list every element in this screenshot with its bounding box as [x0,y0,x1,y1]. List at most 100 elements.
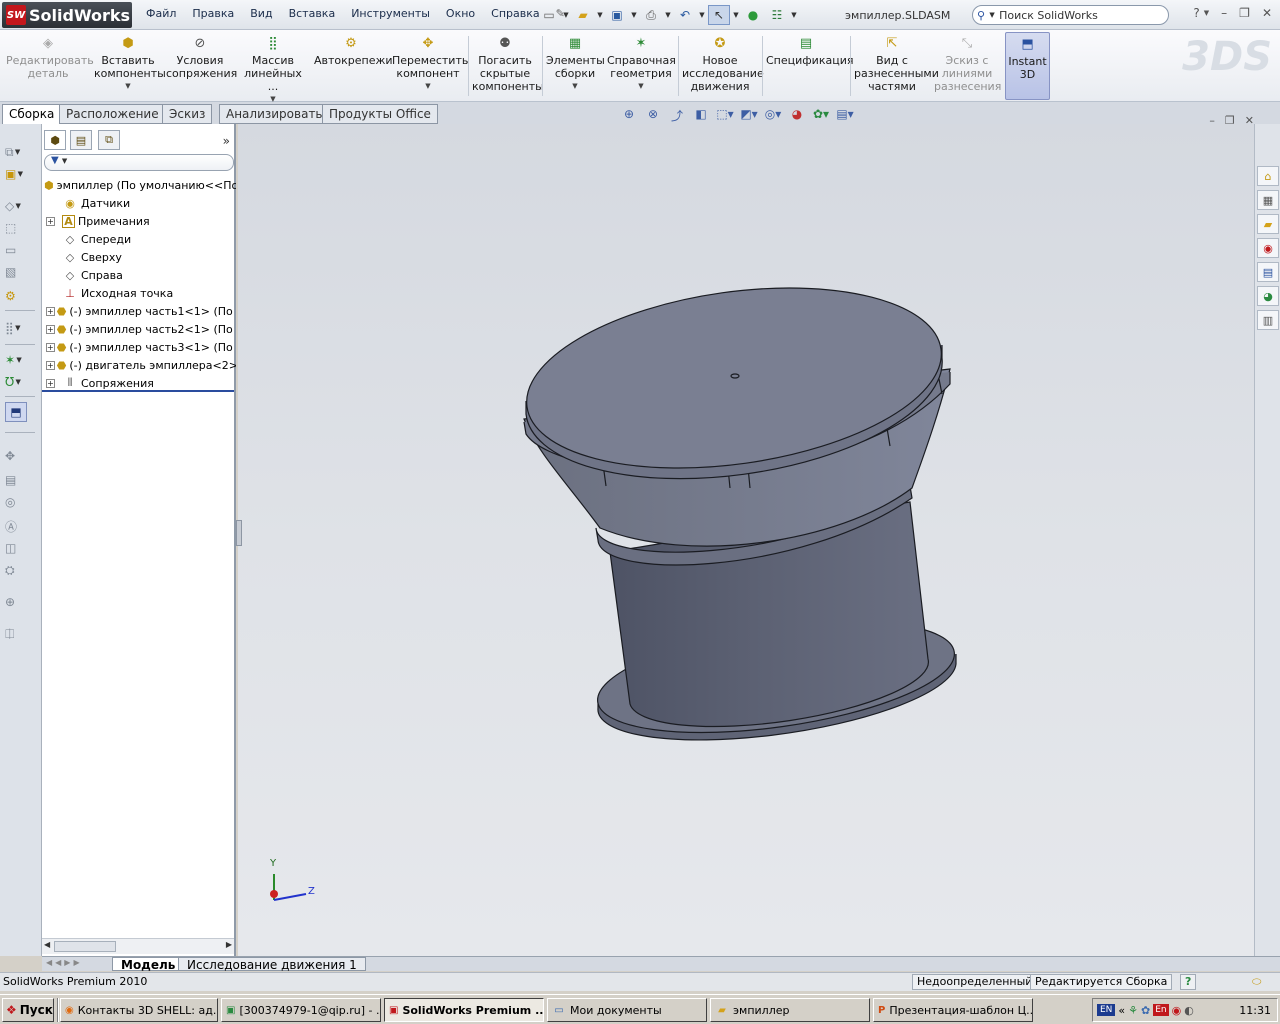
insert-component-icon[interactable]: ▣ ▼ [5,164,35,184]
view-orientation-icon[interactable]: ⬚▾ [714,107,736,124]
assembly-model-3d[interactable] [238,124,1254,956]
new-assembly-icon[interactable]: ⬚ [5,218,35,238]
tree-root-assembly[interactable]: ⬢ эмпиллер (По умолчанию<<По умолчанию>) [42,176,236,194]
annotation-note-icon[interactable]: Ⓐ [5,516,35,536]
scroll-thumb[interactable] [54,941,116,952]
tree-horizontal-scrollbar[interactable]: ◀ ▶ [42,938,234,954]
expand-toggle-icon[interactable]: + [46,342,55,352]
tree-item-top-plane[interactable]: ◇ Сверху [42,248,236,266]
options-dropdown-icon[interactable]: ▼ [790,11,798,19]
new-document-icon[interactable]: ▭ [538,5,560,25]
tab-layout[interactable]: Расположение [59,104,166,124]
tree-item-annotations[interactable]: + A Примечания [42,212,236,230]
instant3d-button[interactable]: ⬒ Instant 3D [1005,32,1050,100]
expand-toggle-icon[interactable]: + [46,306,55,316]
menu-insert[interactable]: Вставка [281,7,344,20]
menu-tools[interactable]: Инструменты [343,7,438,20]
filter-dropdown-icon[interactable]: ▼ [62,157,67,165]
expand-toggle-icon[interactable]: + [46,216,55,226]
help-dropdown-icon[interactable]: ▼ [1204,9,1209,20]
configuration-manager-tab-icon[interactable]: ⧉ [98,130,120,150]
rebuild-traffic-light-icon[interactable]: ● [742,5,764,25]
edit-part-button[interactable]: ◈ Редактировать деталь [6,34,94,81]
graphics-area[interactable]: ⊕ ⊗ ⤴ ◧ ⬚▾ ◩▾ ◎▾ ◕ ✿▾ ▤▾ – ❐ ✕ Y Z [236,107,1254,956]
explode-icon[interactable]: ✥ [5,446,35,466]
hide-show-components-button[interactable]: ⚉ Погасить скрытые компоненты [472,34,544,94]
design-library-icon[interactable]: ▦ [1257,190,1279,210]
linear-pattern-button[interactable]: ⣿ Массив линейных ... ▼ [238,34,308,106]
tab-sketch[interactable]: Эскиз [162,104,213,124]
exploded-line-icon[interactable]: ▤ [5,470,35,490]
measure-icon[interactable]: ⛭ [5,560,35,580]
move-component-dropdown-icon[interactable]: ▼ [392,80,464,93]
network-tray-icon[interactable]: ⚘ [1128,1004,1138,1017]
keyboard-layout-indicator[interactable]: En [1153,1004,1169,1016]
expand-toggle-icon[interactable]: + [46,378,55,388]
menu-edit[interactable]: Правка [184,7,242,20]
taskbar-window-powerpoint[interactable]: P Презентация-шаблон Ц... [873,998,1033,1022]
reference-geometry-button[interactable]: ✶ Справочная геометрия ▼ [607,34,676,93]
sync-tray-icon[interactable]: ✿ [1141,1004,1150,1017]
save-icon[interactable]: ▣ [606,5,628,25]
solidworks-logo[interactable]: SW SolidWorks [2,2,132,28]
move-component-button[interactable]: ✥ Переместить компонент ▼ [392,34,468,93]
tray-expand-icon[interactable]: « [1118,1004,1125,1017]
tree-filter-input[interactable]: ▼ ▼ [44,154,234,171]
select-dropdown-icon[interactable]: ▼ [732,11,740,19]
new-part-icon[interactable]: ◇ ▼ [5,196,35,216]
tab-assembly[interactable]: Сборка [2,104,62,124]
search-dropdown-icon[interactable]: ▼ [988,11,996,19]
smart-fasteners-button[interactable]: ⚙ Автокрепежи [314,34,393,68]
mates-button[interactable]: ⊘ Условия сопряжения [166,34,237,81]
view-settings-icon[interactable]: ▤▾ [834,107,856,124]
pattern-icon[interactable]: ⣿ ▼ [5,318,35,338]
edit-component-icon[interactable]: ⧉ ▼ [5,142,35,162]
expand-tabs-icon[interactable]: » [223,134,230,148]
minimize-icon[interactable]: – [1221,6,1227,20]
zoom-to-area-icon[interactable]: ⊗ [642,107,664,124]
save-dropdown-icon[interactable]: ▼ [630,11,638,19]
volume-tray-icon[interactable]: ◐ [1184,1004,1194,1017]
start-button[interactable]: ❖ Пуск [2,998,54,1022]
rollback-bar[interactable] [42,390,234,392]
tab-office-products[interactable]: Продукты Office [322,104,438,124]
system-clock[interactable]: 11:31 [1239,1004,1277,1017]
status-help-icon[interactable]: ? [1180,974,1197,990]
taskbar-window-solidworks[interactable]: ▣ SolidWorks Premium ... [384,998,544,1022]
custom-properties-icon[interactable]: ▥ [1257,310,1279,330]
apply-scene-icon[interactable]: ✿▾ [810,107,832,124]
open-folder-icon[interactable]: ▰ [572,5,594,25]
solidworks-resources-icon[interactable]: ⌂ [1257,166,1279,186]
exploded-view-button[interactable]: ⇱ Вид с разнесенными частями [854,34,939,94]
restore-icon[interactable]: ❐ [1239,6,1250,20]
mass-properties-icon[interactable]: ◫ [5,538,35,558]
instant3d-toggle-icon[interactable]: ⬒ [5,402,27,422]
taskbar-window-my-documents[interactable]: ▭ Мои документы [547,998,707,1022]
section-view-icon[interactable]: ◧ [690,107,712,124]
bill-of-materials-button[interactable]: ▤ Спецификация [766,34,853,68]
tree-item-origin[interactable]: ⊥ Исходная точка [42,284,236,302]
open-dropdown-icon[interactable]: ▼ [596,11,604,19]
reference-geometry-dropdown-icon[interactable]: ▼ [607,80,675,93]
edit-appearance-icon[interactable]: ◕ [786,107,808,124]
design-table-icon[interactable]: ⎅ [5,624,35,644]
sensor-tool-icon[interactable]: ⊕ [5,592,35,612]
tree-item-front-plane[interactable]: ◇ Спереди [42,230,236,248]
tab-model[interactable]: Модель [112,957,185,972]
hide-show-items-icon[interactable]: ◎▾ [762,107,784,124]
insert-components-dropdown-icon[interactable]: ▼ [94,80,162,93]
menu-file[interactable]: Файл [138,7,184,20]
tree-item-right-plane[interactable]: ◇ Справа [42,266,236,284]
scroll-left-icon[interactable]: ◀ [44,940,50,949]
curve-icon[interactable]: Ʊ ▼ [5,372,35,392]
tab-navigation-arrows-icon[interactable]: ◀◀▶▶ [46,958,83,967]
taskbar-window-folder[interactable]: ▰ эмпиллер [710,998,870,1022]
print-dropdown-icon[interactable]: ▼ [664,11,672,19]
language-indicator[interactable]: EN [1097,1004,1116,1016]
view-palette-icon[interactable]: ▤ [1257,262,1279,282]
scroll-right-icon[interactable]: ▶ [226,940,232,949]
insert-components-button[interactable]: ⬢ Вставить компоненты ▼ [94,34,166,93]
taskbar-window-qip[interactable]: ▣ [300374979-1@qip.ru] - ... [221,998,381,1022]
reference-plane-icon[interactable]: ✶ ▼ [5,350,35,370]
taskbar-window-browser[interactable]: ◉ Контакты 3D SHELL: ад... [60,998,218,1022]
